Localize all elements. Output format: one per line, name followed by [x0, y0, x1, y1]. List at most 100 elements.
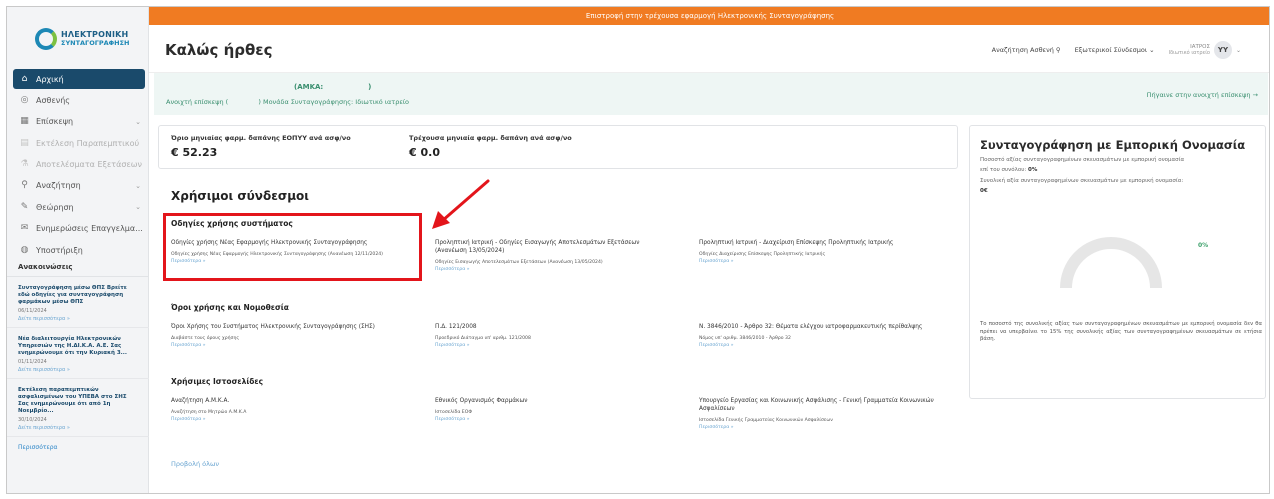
link-more[interactable]: Περισσότερα »	[699, 259, 949, 264]
gauge-chart	[1060, 237, 1162, 289]
expense-limit: Όριο μηνιαίας φαρμ. δαπάνης ΕΟΠΥΥ ανά ασ…	[171, 134, 351, 159]
announcement-more-link[interactable]: Δείτε περισσότερα »	[18, 316, 138, 322]
go-to-open-visit-link[interactable]: Πήγαινε στην ανοιχτή επίσκεψη →	[1147, 91, 1258, 99]
sidebar-item-label: Αρχική	[36, 74, 64, 84]
link-title: Ν. 3846/2010 - Άρθρο 32: Θέματα ελέγχου …	[699, 324, 923, 330]
view-all-link[interactable]: Προβολή όλων	[171, 460, 219, 468]
link-title: Αναζήτηση Α.Μ.Κ.Α.	[171, 398, 230, 404]
trade-share-total: επί του συνόλου: 0%	[980, 166, 1260, 174]
announcement-item: Συνταγογράφηση μέσω ΘΠΣ Βρείτε εδώ οδηγί…	[7, 277, 149, 328]
announcement-title[interactable]: Συνταγογράφηση μέσω ΘΠΣ Βρείτε εδώ οδηγί…	[18, 285, 138, 306]
link-card[interactable]: Προληπτική Ιατρική - Διαχείριση Επίσκεψη…	[699, 239, 949, 264]
link-title: Εθνικός Οργανισμός Φαρμάκων	[435, 398, 528, 404]
trade-share-prefix: επί του συνόλου:	[980, 167, 1027, 173]
link-card[interactable]: Ν. 3846/2010 - Άρθρο 32: Θέματα ελέγχου …	[699, 323, 949, 348]
prescription-unit: ) Μονάδα Συνταγογράφησης: Ιδιωτικό ιατρε…	[258, 98, 410, 106]
link-subtitle: Διαβάστε τους όρους χρήσης	[171, 336, 240, 341]
expense-current: Τρέχουσα μηνιαία φαρμ. δαπάνη ανά ασφ/νο…	[409, 134, 572, 159]
link-card[interactable]: Εθνικός Οργανισμός Φαρμάκων Ιστοσελίδα Ε…	[435, 397, 685, 422]
link-card[interactable]: Π.Δ. 121/2008 Προεδρικό Διάταγμα υπ' αρι…	[435, 323, 685, 348]
link-more[interactable]: Περισσότερα »	[435, 267, 665, 272]
link-title: Π.Δ. 121/2008	[435, 324, 477, 330]
sidebar-item-visit[interactable]: ▦ Επίσκεψη ⌄	[13, 112, 145, 132]
trade-share-text: Ποσοστό αξίας συνταγογραφημένων σκευασμά…	[980, 157, 1185, 163]
link-card[interactable]: Υπουργείο Εργασίας και Κοινωνικής Ασφάλι…	[699, 397, 949, 430]
link-more[interactable]: Περισσότερα »	[171, 343, 421, 348]
section-title: Χρήσιμες Ιστοσελίδες	[171, 377, 264, 386]
logo-line2: ΣΥΝΤΑΓΟΓΡΑΦΗΣΗ	[61, 39, 130, 48]
trade-share-value: 0%	[1028, 167, 1038, 173]
useful-links-title: Χρήσιμοι σύνδεσμοι	[171, 189, 309, 203]
return-banner[interactable]: Επιστροφή στην τρέχουσα εφαρμογή Ηλεκτρο…	[149, 7, 1269, 25]
highlight-box	[163, 213, 422, 281]
sidebar-item-home[interactable]: ⌂ Αρχική	[13, 69, 145, 89]
expense-summary: Όριο μηνιαίας φαρμ. δαπάνης ΕΟΠΥΥ ανά ασ…	[158, 125, 958, 169]
announcements-all-link[interactable]: Περισσότερα	[7, 437, 149, 458]
user-menu[interactable]: ΙΑΤΡΟΣ Ιδιωτικό ιατρείο YY ⌄	[1169, 41, 1241, 59]
announcement-title[interactable]: Εκτέλεση παραπεμπτικών ασφαλισμένων του …	[18, 387, 138, 415]
logo-line1: ΗΛΕΚΤΡΟΝΙΚΗ	[61, 30, 129, 40]
link-more[interactable]: Περισσότερα »	[171, 417, 421, 422]
flask-icon: ⚗	[20, 159, 29, 170]
link-card[interactable]: Αναζήτηση Α.Μ.Κ.Α. Αναζήτηση στο Μητρώο …	[171, 397, 421, 422]
chevron-down-icon: ⌄	[135, 117, 141, 126]
link-subtitle: Προεδρικό Διάταγμα υπ' αριθμ. 121/2008	[435, 336, 531, 341]
link-subtitle: Αναζήτηση στο Μητρώο Α.Μ.Κ.Α	[171, 410, 247, 415]
announcement-more-link[interactable]: Δείτε περισσότερα »	[18, 367, 138, 373]
banner-text: Επιστροφή στην τρέχουσα εφαρμογή Ηλεκτρο…	[585, 12, 835, 20]
patient-bar: (ΑΜΚΑ: ) Ανοιχτή επίσκεψη ( ) Μονάδα Συν…	[154, 73, 1268, 115]
card-title: Συνταγογράφηση με Εμπορική Ονομασία	[980, 138, 1246, 152]
sidebar-item-endorsement[interactable]: ✎ Θεώρηση ⌄	[13, 197, 145, 217]
link-more[interactable]: Περισσότερα »	[435, 343, 685, 348]
gauge-track	[1060, 237, 1162, 289]
announcement-more-link[interactable]: Δείτε περισσότερα »	[18, 425, 138, 431]
link-card[interactable]: Προληπτική Ιατρική - Οδηγίες Εισαγωγής Α…	[435, 239, 665, 272]
mail-icon: ✉	[20, 223, 29, 234]
user-role: Ιδιωτικό ιατρείο	[1168, 50, 1210, 56]
link-subtitle: Οδηγίες Εισαγωγής Αποτελεσμάτων Εξετάσεω…	[435, 260, 603, 265]
sidebar-item-support[interactable]: ◍ Υποστήριξη	[13, 240, 145, 260]
logo[interactable]: ΗΛΕΚΤΡΟΝΙΚΗ ΣΥΝΤΑΓΟΓΡΑΦΗΣΗ	[35, 23, 135, 55]
announcements: Ανακοινώσεις Συνταγογράφηση μέσω ΘΠΣ Βρε…	[7, 263, 149, 458]
link-more[interactable]: Περισσότερα »	[699, 343, 949, 348]
link-title: Υπουργείο Εργασίας και Κοινωνικής Ασφάλι…	[699, 398, 934, 412]
avatar[interactable]: YY	[1213, 41, 1232, 59]
open-visit-info: Ανοιχτή επίσκεψη ( ) Μονάδα Συνταγογράφη…	[166, 98, 409, 106]
expense-current-label: Τρέχουσα μηνιαία φαρμ. δαπάνη ανά ασφ/νο	[409, 134, 572, 142]
calendar-icon: ▦	[20, 116, 29, 127]
sidebar-item-professional-updates[interactable]: ✉ Ενημερώσεις Επαγγελμα...	[13, 219, 145, 239]
announcement-title[interactable]: Νέα διαλειτουργία Ηλεκτρονικών Υπηρεσιών…	[18, 336, 138, 357]
page-title: Καλώς ήρθες	[165, 41, 273, 59]
annotation-arrow-icon	[432, 179, 490, 229]
link-more[interactable]: Περισσότερα »	[435, 417, 685, 422]
search-patient-link[interactable]: Αναζήτηση Ασθενή ⚲	[992, 46, 1061, 54]
link-more[interactable]: Περισσότερα »	[699, 425, 949, 430]
sidebar-item-label: Αποτελέσματα Εξετάσεων	[36, 160, 142, 170]
announcement-date: 01/11/2024	[18, 359, 47, 365]
document-icon: ▤	[20, 137, 29, 148]
section-title: Όροι χρήσης και Νομοθεσία	[171, 303, 289, 312]
sidebar-item-label: Επίσκεψη	[36, 117, 74, 127]
user-circle-icon: ◎	[20, 94, 29, 105]
gauge-percent: 0%	[1198, 242, 1209, 249]
link-title: Προληπτική Ιατρική - Οδηγίες Εισαγωγής Α…	[435, 240, 640, 254]
sidebar-item-referral-execution[interactable]: ▤ Εκτέλεση Παραπεμπτικού	[13, 133, 145, 153]
app-window: ΗΛΕΚΤΡΟΝΙΚΗ ΣΥΝΤΑΓΟΓΡΑΦΗΣΗ ⌂ Αρχική ◎ Ασ…	[6, 6, 1270, 494]
sidebar-item-label: Θεώρηση	[36, 202, 74, 212]
sidebar-item-test-results[interactable]: ⚗ Αποτελέσματα Εξετάσεων	[13, 155, 145, 175]
announcement-item: Νέα διαλειτουργία Ηλεκτρονικών Υπηρεσιών…	[7, 328, 149, 379]
amka-label: (ΑΜΚΑ:	[294, 83, 324, 91]
sidebar-item-label: Αναζήτηση	[36, 181, 81, 191]
trade-name-card: Συνταγογράφηση με Εμπορική Ονομασία Ποσο…	[969, 125, 1266, 399]
link-subtitle: Ιστοσελίδα ΕΟΦ	[435, 410, 472, 415]
external-links-dropdown[interactable]: Εξωτερικοί Σύνδεσμοι ⌄	[1075, 46, 1155, 54]
trade-limit-note: Το ποσοστό της συνολικής αξίας των συντα…	[980, 321, 1262, 342]
announcement-item: Εκτέλεση παραπεμπτικών ασφαλισμένων του …	[7, 379, 149, 437]
sidebar-item-search[interactable]: ⚲ Αναζήτηση ⌄	[13, 176, 145, 196]
sidebar-item-label: Εκτέλεση Παραπεμπτικού	[36, 138, 140, 148]
expense-limit-label: Όριο μηνιαίας φαρμ. δαπάνης ΕΟΠΥΥ ανά ασ…	[171, 134, 351, 142]
logo-mark-icon	[35, 28, 57, 50]
search-icon: ⚲	[21, 180, 28, 191]
link-card[interactable]: Όροι Χρήσης του Συστήματος Ηλεκτρονικής …	[171, 323, 421, 348]
sidebar-item-patient[interactable]: ◎ Ασθενής	[13, 90, 145, 110]
